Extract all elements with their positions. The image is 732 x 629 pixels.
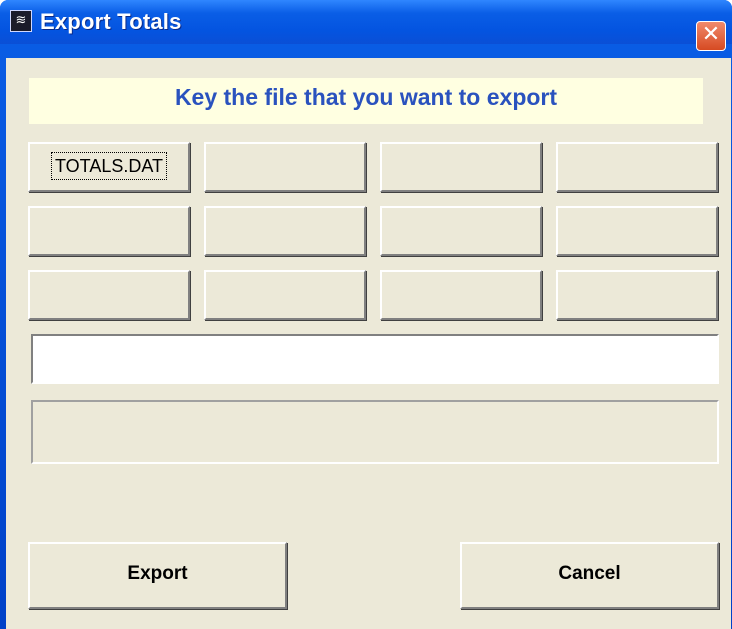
export-totals-window: ≋ Export Totals ✕ Key the file that you … [0,0,732,629]
file-button-9[interactable] [28,270,190,320]
app-icon[interactable]: ≋ [10,10,32,32]
instruction-banner: Key the file that you want to export [29,78,703,124]
close-button[interactable]: ✕ [696,21,726,51]
instruction-text: Key the file that you want to export [174,84,558,110]
file-button-8[interactable] [556,206,718,256]
file-button-7[interactable] [380,206,542,256]
file-button-11[interactable] [380,270,542,320]
file-button-6[interactable] [204,206,366,256]
export-button[interactable]: Export [28,542,287,609]
filename-input[interactable] [31,334,719,384]
file-button-2[interactable] [204,142,366,192]
title-bar[interactable]: ≋ Export Totals ✕ [0,0,732,51]
cancel-button[interactable]: Cancel [460,542,719,609]
file-button-10[interactable] [204,270,366,320]
file-button-5[interactable] [28,206,190,256]
file-button-12[interactable] [556,270,718,320]
file-button-1[interactable]: TOTALS.DAT [28,142,190,192]
status-field [31,400,719,464]
file-button-label: TOTALS.DAT [50,152,168,180]
dialog-body: Key the file that you want to export TOT… [6,58,731,629]
window-title: Export Totals [40,9,182,34]
file-button-3[interactable] [380,142,542,192]
file-button-4[interactable] [556,142,718,192]
